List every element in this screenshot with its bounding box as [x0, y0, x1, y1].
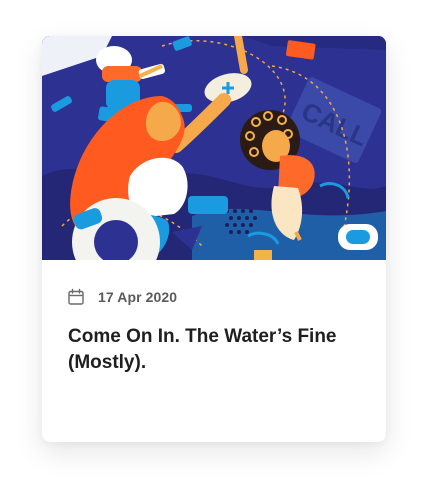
post-meta: 17 Apr 2020 [67, 287, 177, 307]
calendar-icon [67, 288, 85, 306]
post-title[interactable]: Come On In. The Water’s Fine (Mostly). [68, 324, 368, 376]
post-date: 17 Apr 2020 [98, 289, 178, 305]
post-card[interactable]: CALL 17 Apr 2020 Come On In. The Water’s… [42, 36, 386, 442]
post-illustration[interactable]: CALL [42, 36, 386, 260]
